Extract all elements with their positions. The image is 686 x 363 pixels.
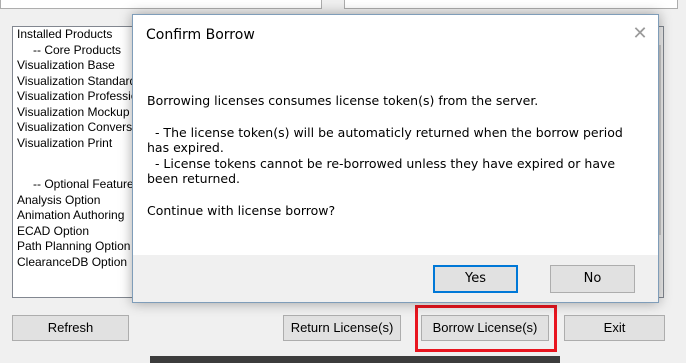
list-items: Installed Products -- Core Products Visual… xyxy=(17,27,139,270)
list-item[interactable]: Path Planning Option xyxy=(17,239,139,255)
top-field-left[interactable] xyxy=(0,0,322,9)
close-icon[interactable]: ✕ xyxy=(630,23,650,43)
list-item[interactable]: Visualization Conversion xyxy=(17,120,139,136)
message-line-1: Borrowing licenses consumes license toke… xyxy=(147,93,539,108)
confirm-borrow-dialog: Confirm Borrow ✕ Borrowing licenses cons… xyxy=(132,14,659,303)
list-item[interactable]: Visualization Print xyxy=(17,136,139,152)
list-item[interactable]: Visualization Base xyxy=(17,58,139,74)
no-button[interactable]: No xyxy=(550,265,635,293)
exit-button[interactable]: Exit xyxy=(564,315,665,341)
taskbar-edge xyxy=(150,356,560,363)
list-item[interactable]: Analysis Option xyxy=(17,193,139,209)
return-licenses-button[interactable]: Return License(s) xyxy=(283,315,401,341)
dialog-message: Borrowing licenses consumes license toke… xyxy=(147,93,647,218)
yes-button[interactable]: Yes xyxy=(433,265,518,293)
list-item[interactable]: Installed Products xyxy=(17,27,139,43)
dialog-footer: Yes No xyxy=(133,255,658,302)
list-item[interactable]: ECAD Option xyxy=(17,224,139,240)
refresh-button[interactable]: Refresh xyxy=(12,315,129,341)
message-line-3: - License tokens cannot be re-borrowed u… xyxy=(147,155,620,187)
list-item[interactable]: Visualization Professional xyxy=(17,89,139,105)
list-item[interactable]: -- Optional Features xyxy=(17,177,139,193)
message-line-2: - The license token(s) will be automatic… xyxy=(147,124,627,156)
borrow-highlight-box xyxy=(415,305,557,352)
list-item[interactable]: -- Core Products xyxy=(17,43,139,59)
list-item[interactable]: Visualization Standard xyxy=(17,74,139,90)
message-line-4: Continue with license borrow? xyxy=(147,202,336,218)
list-item[interactable]: Animation Authoring xyxy=(17,208,139,224)
list-item[interactable]: ClearanceDB Option xyxy=(17,255,139,271)
top-field-right[interactable] xyxy=(344,0,678,9)
list-item[interactable]: Visualization Mockup xyxy=(17,105,139,121)
dialog-title: Confirm Borrow xyxy=(146,27,255,43)
